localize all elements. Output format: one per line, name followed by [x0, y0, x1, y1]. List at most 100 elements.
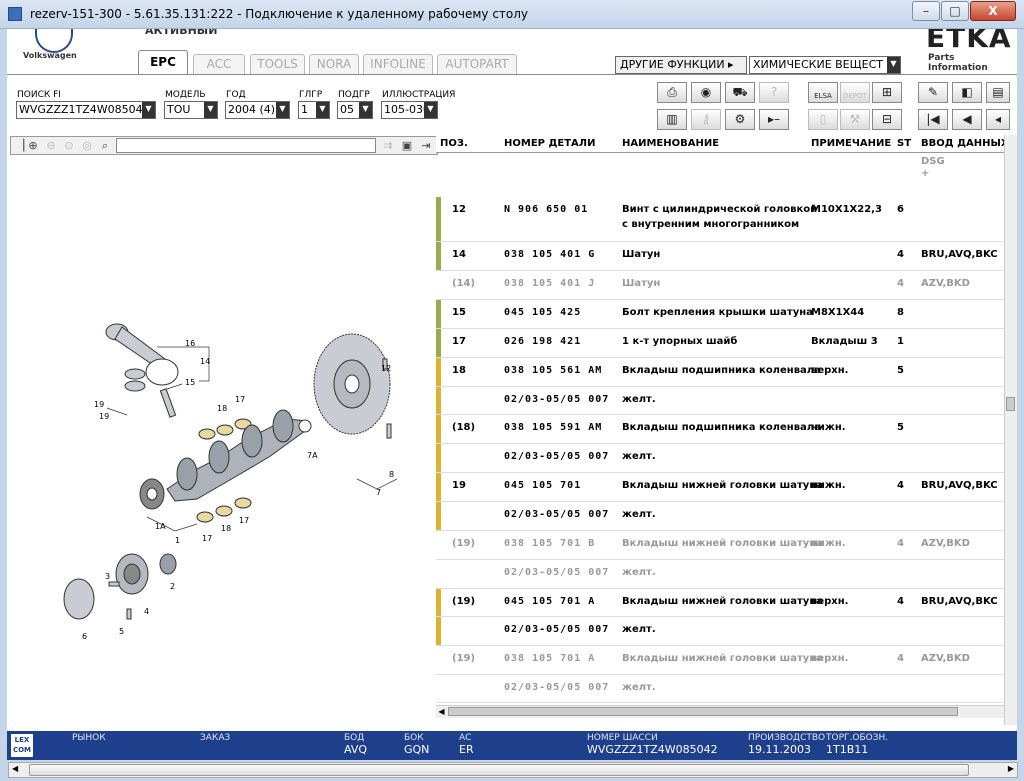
table-row[interactable]: 17 026 198 421 1 к-т упорных шайб Вкладыш 3… — [436, 329, 1006, 358]
table-row[interactable]: 02/03-05/05 007 желт. — [436, 444, 1006, 473]
vscroll-thumb[interactable] — [1006, 397, 1015, 411]
chevron-down-icon[interactable]: ▼ — [204, 102, 217, 118]
table-row[interactable]: 02/03-05/05 007 желт. — [436, 502, 1006, 531]
zoom-fit-icon[interactable]: ◎ — [79, 138, 95, 153]
depot-icon[interactable]: DEPOT — [840, 82, 870, 103]
table-vertical-scrollbar[interactable] — [1004, 135, 1017, 725]
model-select[interactable]: TOU ▼ — [164, 101, 218, 119]
illustration-select[interactable]: 105-030 ▼ — [381, 101, 438, 119]
car-service-icon[interactable]: ⚒ — [840, 109, 870, 130]
car-repair-icon[interactable]: ⚙ — [725, 109, 755, 130]
scroll-left-icon[interactable]: ◀ — [12, 764, 18, 773]
elsa-icon[interactable]: ELSA — [808, 82, 838, 103]
main-bearing-shell-2[interactable] — [216, 424, 234, 436]
year-select[interactable]: 2004 (4) ▼ — [225, 101, 290, 119]
prev-icon[interactable]: ◀ — [952, 109, 982, 130]
col-st[interactable]: ST — [897, 138, 911, 149]
layout-icon[interactable]: ▣ — [399, 138, 415, 153]
maximize-button[interactable]: □ — [941, 1, 969, 21]
rod-bearing-shell-lower[interactable] — [124, 380, 146, 392]
chevron-down-icon[interactable]: ▼ — [424, 102, 437, 118]
rod-bearing-shell-upper[interactable] — [124, 368, 146, 380]
car-icon[interactable]: ⛟ — [725, 82, 755, 103]
other-functions-button[interactable]: ДРУГИЕ ФУНКЦИИ ▸ — [615, 56, 747, 74]
pin-icon[interactable]: ✎ — [918, 82, 948, 103]
scroll-left-icon[interactable]: ◀ — [436, 706, 447, 717]
zoom-out-icon[interactable]: ⊖ — [43, 138, 59, 153]
cart-icon[interactable]: ⊞ — [872, 82, 902, 103]
hscroll-thumb[interactable] — [448, 707, 958, 716]
table-row[interactable]: (14) 038 105 401 J Шатун 4 AZV,BKD — [436, 271, 1006, 300]
tab-acc[interactable]: ACC — [193, 54, 245, 74]
seal-center[interactable] — [146, 487, 158, 501]
other-functions-select[interactable]: ХИМИЧЕСКИЕ ВЕЩЕСТ ▼ — [749, 56, 901, 74]
subgroup-select[interactable]: 05 ▼ — [337, 101, 373, 119]
col-pos[interactable]: ПОЗ. — [440, 138, 468, 149]
chevron-down-icon[interactable]: ▼ — [142, 102, 155, 118]
table-row[interactable]: (19) 038 105 701 A Вкладыш нижней головки … — [436, 646, 1006, 675]
exploded-diagram[interactable]: 16 14 15 19 19 18 17 12 7A 8 7 1A 1 17 1… — [47, 299, 437, 639]
chevron-down-icon[interactable]: ▼ — [887, 57, 900, 73]
tab-infoline[interactable]: INFOLINE — [363, 54, 433, 74]
table-row[interactable]: 02/03-05/05 007 желт. — [436, 617, 1006, 646]
tab-autopart[interactable]: AUTOPART — [437, 54, 517, 74]
col-note[interactable]: ПРИМЕЧАНИЕ — [811, 138, 891, 149]
table-row[interactable]: 02/03-05/05 007 желт. — [436, 560, 1006, 589]
timing-sprocket[interactable] — [159, 553, 177, 575]
lower-shell-1[interactable] — [196, 511, 214, 523]
table-row[interactable]: 14 038 105 401 G Шатун 4 BRU,AVQ,BKC — [436, 242, 1006, 271]
barcode-icon[interactable]: ▥ — [657, 109, 687, 130]
minimize-button[interactable]: – — [912, 1, 940, 21]
bolt-3[interactable] — [108, 581, 120, 587]
chevron-down-icon[interactable]: ▼ — [276, 102, 289, 118]
back-icon[interactable]: ◂ — [986, 109, 1010, 130]
table-row[interactable]: 02/03-05/05 007 желт. — [436, 675, 1006, 703]
connecting-rod-big-end[interactable] — [145, 358, 179, 386]
tab-tools[interactable]: TOOLS — [250, 54, 305, 74]
help-icon[interactable]: ? — [759, 82, 789, 103]
col-name[interactable]: НАИМЕНОВАНИЕ — [622, 138, 719, 149]
zoom-area-icon[interactable]: ⊙ — [61, 138, 77, 153]
disk-icon[interactable]: ◉ — [691, 82, 721, 103]
rod-bolt[interactable] — [159, 388, 177, 418]
main-bearing-shell-1[interactable] — [198, 428, 216, 440]
print-icon[interactable]: ⎙ — [657, 82, 687, 103]
table-row[interactable]: (19) 045 105 701 A Вкладыш нижней головки … — [436, 589, 1006, 617]
table-row[interactable]: 18 038 105 561 AM Вкладыш подшипника колен… — [436, 358, 1006, 387]
crank-web-4[interactable] — [272, 409, 294, 443]
lower-shell-2[interactable] — [215, 505, 233, 517]
group-select[interactable]: 1 ▼ — [298, 101, 330, 119]
table-row[interactable]: (19) 038 105 701 B Вкладыш нижней головки … — [436, 531, 1006, 560]
image-search-field[interactable] — [116, 138, 376, 153]
basket-icon[interactable]: ⊟ — [872, 109, 902, 130]
pilot-bearing[interactable] — [298, 419, 312, 433]
play-icon[interactable]: ▸– — [759, 109, 789, 130]
end-cap[interactable] — [63, 578, 95, 620]
doc-icon[interactable]: ▤ — [986, 82, 1010, 103]
table-horizontal-scrollbar[interactable]: ◀ — [436, 705, 1004, 718]
table-row[interactable]: 02/03-05/05 007 желт. — [436, 387, 1006, 415]
order-label[interactable]: ЗАКАЗ — [200, 733, 230, 743]
window-horizontal-scrollbar[interactable]: ◀ ▶ — [8, 762, 1018, 778]
list-icon[interactable]: ◧ — [952, 82, 982, 103]
chevron-down-icon[interactable]: ▼ — [316, 102, 329, 118]
table-row[interactable]: 12 N 906 650 01 Винт с цилиндрической голо… — [436, 197, 1006, 242]
market-label[interactable]: РЫНОК — [72, 733, 106, 743]
zoom-in-icon[interactable]: ⊕ — [25, 138, 41, 153]
search-icon[interactable]: ⌕ — [97, 138, 113, 153]
table-row[interactable]: 15 045 105 425 Болт крепления крышки шатун… — [436, 300, 1006, 329]
expand-icon[interactable]: ⇥ — [418, 138, 434, 153]
flywheel-center[interactable] — [344, 374, 360, 394]
tab-epc[interactable]: EPC — [138, 50, 188, 74]
table-row[interactable]: (18) 038 105 591 AM Вкладыш подшипника кол… — [436, 415, 1006, 444]
phone-icon[interactable]: ▯ — [808, 109, 838, 130]
crank-web-2[interactable] — [208, 440, 230, 474]
col-part-number[interactable]: НОМЕР ДЕТАЛИ — [504, 138, 595, 149]
first-icon[interactable]: |◀ — [918, 109, 948, 130]
damper-hub[interactable] — [123, 563, 141, 585]
scroll-right-icon[interactable]: ▶ — [1008, 764, 1014, 773]
crank-web-1[interactable] — [176, 457, 198, 491]
window-scroll-thumb[interactable] — [29, 764, 969, 776]
crank-web-3[interactable] — [241, 424, 263, 458]
col-data-entry[interactable]: ВВОД ДАННЫХ — [921, 138, 1009, 149]
